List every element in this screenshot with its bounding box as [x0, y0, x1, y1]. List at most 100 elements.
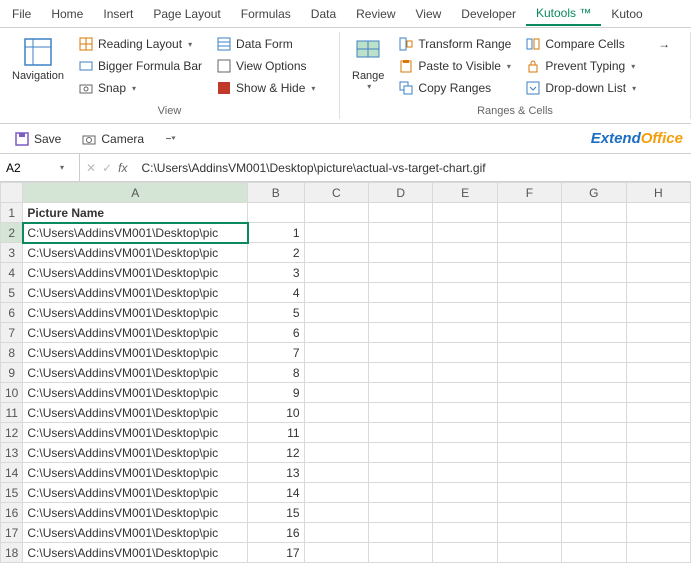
cell[interactable]: C:\Users\AddinsVM001\Desktop\pic	[23, 423, 248, 443]
cell[interactable]: 14	[248, 483, 305, 503]
cell[interactable]	[626, 503, 690, 523]
cell[interactable]: C:\Users\AddinsVM001\Desktop\pic	[23, 223, 248, 243]
cell[interactable]	[304, 403, 368, 423]
cell[interactable]	[626, 383, 690, 403]
cell[interactable]: C:\Users\AddinsVM001\Desktop\pic	[23, 323, 248, 343]
cell[interactable]	[562, 443, 626, 463]
cell[interactable]	[304, 543, 368, 563]
cell[interactable]: 13	[248, 463, 305, 483]
menu-item-pagelayout[interactable]: Page Layout	[143, 3, 230, 25]
cell[interactable]: C:\Users\AddinsVM001\Desktop\pic	[23, 503, 248, 523]
cell[interactable]: 8	[248, 363, 305, 383]
cell[interactable]	[562, 263, 626, 283]
bigger-formula-bar-button[interactable]: Bigger Formula Bar	[74, 56, 206, 76]
cell[interactable]: 4	[248, 283, 305, 303]
cell[interactable]	[562, 483, 626, 503]
spreadsheet-grid[interactable]: ABCDEFGH1Picture Name2C:\Users\AddinsVM0…	[0, 182, 691, 563]
compare-cells-button[interactable]: Compare Cells	[521, 34, 640, 54]
cell[interactable]	[562, 463, 626, 483]
cell[interactable]	[248, 203, 305, 223]
cell[interactable]	[562, 203, 626, 223]
view-options-button[interactable]: View Options	[212, 56, 319, 76]
column-header-B[interactable]: B	[248, 183, 305, 203]
cell[interactable]	[562, 423, 626, 443]
cell[interactable]	[497, 303, 561, 323]
cell[interactable]	[626, 523, 690, 543]
cell[interactable]: C:\Users\AddinsVM001\Desktop\pic	[23, 403, 248, 423]
cell[interactable]: C:\Users\AddinsVM001\Desktop\pic	[23, 523, 248, 543]
cell[interactable]	[562, 383, 626, 403]
cell[interactable]	[433, 283, 497, 303]
cell[interactable]: 3	[248, 263, 305, 283]
cell[interactable]	[433, 503, 497, 523]
cell[interactable]	[626, 203, 690, 223]
column-header-D[interactable]: D	[368, 183, 432, 203]
cell[interactable]	[497, 223, 561, 243]
cell[interactable]	[562, 523, 626, 543]
paste-to-visible-button[interactable]: Paste to Visible▾	[394, 56, 515, 76]
cell[interactable]	[368, 243, 432, 263]
row-header[interactable]: 3	[1, 243, 23, 263]
more-button[interactable]: →	[652, 34, 676, 54]
cell[interactable]	[304, 283, 368, 303]
menu-item-insert[interactable]: Insert	[93, 3, 143, 25]
cell[interactable]	[497, 323, 561, 343]
cell[interactable]: C:\Users\AddinsVM001\Desktop\pic	[23, 463, 248, 483]
cell[interactable]	[562, 403, 626, 423]
cell[interactable]	[433, 363, 497, 383]
row-header[interactable]: 18	[1, 543, 23, 563]
cell[interactable]	[562, 223, 626, 243]
cell[interactable]	[497, 423, 561, 443]
row-header[interactable]: 17	[1, 523, 23, 543]
cell[interactable]	[304, 323, 368, 343]
cell[interactable]	[562, 363, 626, 383]
cell[interactable]	[433, 203, 497, 223]
cell[interactable]	[368, 543, 432, 563]
cell[interactable]	[562, 543, 626, 563]
transform-range-button[interactable]: Transform Range	[394, 34, 515, 54]
cell[interactable]	[497, 283, 561, 303]
cell[interactable]	[626, 463, 690, 483]
chevron-down-icon[interactable]: ▾	[60, 163, 64, 172]
cell[interactable]: C:\Users\AddinsVM001\Desktop\pic	[23, 443, 248, 463]
fx-icon[interactable]: fx	[118, 161, 127, 175]
cell[interactable]: C:\Users\AddinsVM001\Desktop\pic	[23, 283, 248, 303]
enter-icon[interactable]: ✓	[102, 161, 112, 175]
name-box-input[interactable]	[6, 161, 58, 175]
row-header[interactable]: 5	[1, 283, 23, 303]
cell[interactable]	[433, 543, 497, 563]
cell[interactable]	[304, 243, 368, 263]
row-header[interactable]: 11	[1, 403, 23, 423]
cell[interactable]	[368, 503, 432, 523]
cell[interactable]	[304, 363, 368, 383]
cell[interactable]	[497, 523, 561, 543]
row-header[interactable]: 4	[1, 263, 23, 283]
cell[interactable]: 15	[248, 503, 305, 523]
column-header-G[interactable]: G	[562, 183, 626, 203]
cell[interactable]	[368, 483, 432, 503]
row-header[interactable]: 14	[1, 463, 23, 483]
cell[interactable]: 17	[248, 543, 305, 563]
cell[interactable]	[304, 483, 368, 503]
cell[interactable]: 2	[248, 243, 305, 263]
cell[interactable]	[626, 483, 690, 503]
cell[interactable]	[626, 363, 690, 383]
cell[interactable]	[368, 343, 432, 363]
snap-button[interactable]: Snap▾	[74, 78, 206, 98]
cell[interactable]	[626, 403, 690, 423]
cell[interactable]: 10	[248, 403, 305, 423]
cell[interactable]	[304, 303, 368, 323]
cell[interactable]: C:\Users\AddinsVM001\Desktop\pic	[23, 303, 248, 323]
cell[interactable]: C:\Users\AddinsVM001\Desktop\pic	[23, 343, 248, 363]
cell[interactable]	[368, 263, 432, 283]
cell[interactable]: C:\Users\AddinsVM001\Desktop\pic	[23, 363, 248, 383]
camera-button[interactable]: Camera	[75, 129, 150, 149]
name-box[interactable]: ▾	[0, 154, 80, 181]
cell[interactable]	[433, 523, 497, 543]
cell[interactable]	[368, 403, 432, 423]
cell[interactable]: C:\Users\AddinsVM001\Desktop\pic	[23, 263, 248, 283]
column-header-A[interactable]: A	[23, 183, 248, 203]
cell[interactable]	[304, 463, 368, 483]
row-header[interactable]: 12	[1, 423, 23, 443]
cell[interactable]	[626, 423, 690, 443]
